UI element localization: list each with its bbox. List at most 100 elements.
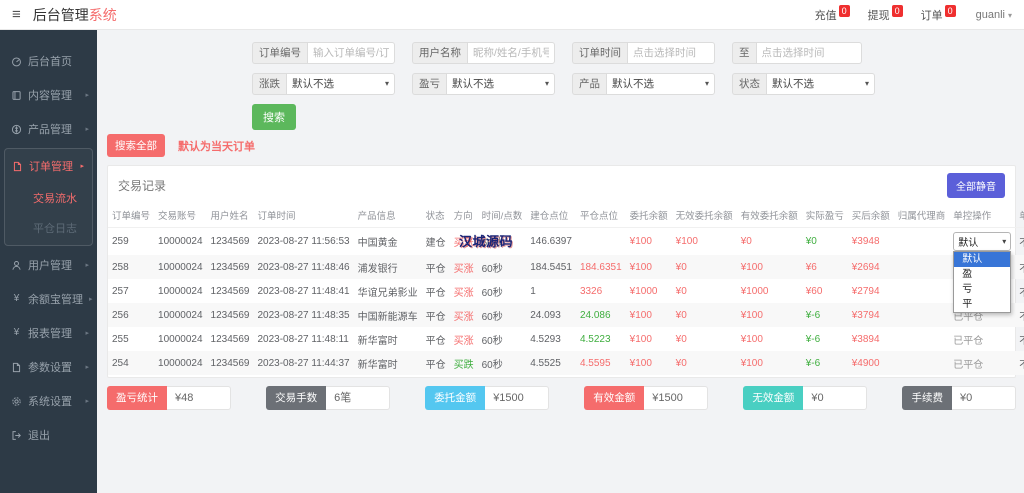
sidebar-item-content[interactable]: 内容管理 ▸ — [0, 78, 97, 112]
control-select[interactable]: 默认 ▾ — [953, 232, 1012, 251]
card-title: 交易记录 — [118, 179, 167, 193]
summary-invalid-amount: 无效金额 ¥0 — [743, 386, 868, 410]
cell-username: 1234569 — [210, 333, 250, 345]
cell-product: 新华富时 — [357, 335, 398, 347]
column-header: 买后余额 — [847, 205, 894, 228]
cell-profit: ¥-6 — [805, 333, 821, 345]
cell-order-no: 255 — [112, 333, 129, 345]
sidebar-subitem-close-log[interactable]: 平仓日志 — [5, 213, 92, 243]
cell-product: 华谊兄弟影业 — [357, 287, 418, 299]
cell-account: 10000024 — [158, 357, 203, 369]
product-select[interactable]: 默认不选 ▾ — [606, 73, 715, 95]
sidebar-item-product[interactable]: 产品管理 ▸ — [0, 112, 97, 146]
cell-agent — [894, 228, 950, 256]
status-select[interactable]: 默认不选 ▾ — [766, 73, 875, 95]
logout-icon — [11, 430, 22, 441]
control-select-value: 默认 — [958, 238, 979, 249]
summary-trade-count: 交易手数 6笔 — [266, 386, 391, 410]
header-stat-withdraw[interactable]: 提现 0 — [867, 4, 903, 23]
filter-inputs-row: 订单编号 用户名称 订单时间 至 — [252, 42, 1016, 64]
app-title-main: 后台管理 — [32, 6, 89, 23]
updown-select[interactable]: 默认不选 ▾ — [286, 73, 395, 95]
cell-username: 1234569 — [210, 309, 250, 321]
cell-username: 1234569 — [210, 357, 250, 369]
chevron-down-icon: ▾ — [704, 79, 709, 88]
stat-label: 提现 — [867, 9, 890, 22]
table-row: 258 10000024 1234569 2023-08-27 11:48:46 浦发银… — [108, 255, 1024, 279]
sidebar-item-system[interactable]: 系统设置 ▸ — [0, 384, 97, 418]
transactions-table: 订单编号 交易账号 用户姓名 订单时间 产品信息 状态 方向 时间/点数 建仓点位 平仓点位 委托余… — [108, 205, 1024, 375]
search-all-row: 搜索全部 默认为当天订单 — [107, 134, 1016, 157]
cell-control: 已平仓 — [953, 359, 984, 371]
sidebar-item-label: 报表管理 — [28, 328, 72, 340]
column-header: 交易账号 — [154, 205, 207, 228]
balance-icon: ¥ — [13, 293, 20, 304]
filter-label-profit: 盈亏 — [412, 73, 446, 95]
sidebar-item-home[interactable]: 后台首页 — [0, 44, 97, 78]
cell-control-status: 不控 — [1015, 255, 1024, 279]
sidebar-item-params[interactable]: 参数设置 ▸ — [0, 350, 97, 384]
sidebar-subitem-trade-flow[interactable]: 交易流水 — [5, 183, 92, 213]
select-value: 默认不选 — [452, 78, 494, 90]
time-end-input[interactable] — [755, 42, 862, 64]
sidebar-nav: 后台首页 内容管理 ▸ 产品管理 ▸ 订单管理 ▸ 交易流水 平仓日志 用户管理 ▸ ¥ 余额宝管理 ▸ ¥… — [0, 30, 97, 493]
cell-close-point: 184.6351 — [579, 261, 622, 273]
header-stats: 充值 0 提现 0 订单 0 — [815, 4, 956, 23]
column-header: 订单时间 — [253, 205, 354, 228]
column-header: 无效委托余额 — [671, 205, 737, 228]
header-stat-orders[interactable]: 订单 0 — [921, 4, 956, 23]
user-dropdown[interactable]: guanli ▾ — [976, 9, 1012, 21]
hamburger-menu-icon[interactable]: ≡ — [12, 7, 21, 22]
time-start-input[interactable] — [627, 42, 715, 64]
search-button[interactable]: 搜索 — [252, 104, 296, 130]
cell-account: 10000024 — [158, 285, 203, 297]
cell-invalid-entrust: ¥0 — [675, 285, 687, 297]
cell-entrust: ¥1000 — [629, 285, 658, 297]
cell-time: 2023-08-27 11:44:37 — [257, 357, 350, 369]
cell-entrust: ¥100 — [629, 236, 652, 247]
cell-balance: ¥3948 — [851, 236, 880, 247]
cell-username: 1234569 — [210, 236, 250, 247]
control-dropdown: 默认盈亏平 — [953, 251, 1012, 313]
summary-value: ¥1500 — [485, 386, 550, 410]
table-row: 255 10000024 1234569 2023-08-27 11:48:11 新华富… — [108, 327, 1024, 351]
filter-area: 订单编号用户名称订单时间至 涨跌默认不选▾盈亏默认不选▾产品默认不选▾状态默认不… — [252, 42, 1016, 130]
dropdown-option[interactable]: 亏 — [954, 282, 1010, 297]
user-icon — [11, 260, 22, 271]
sidebar-item-user[interactable]: 用户管理 ▸ — [0, 248, 97, 282]
mute-all-button[interactable]: 全部静音 — [947, 173, 1005, 198]
filter-group-product: 产品 默认不选 ▾ — [572, 73, 715, 95]
cell-direction: 买涨 — [453, 335, 474, 347]
sidebar-item-label: 系统设置 — [28, 396, 72, 408]
search-all-button[interactable]: 搜索全部 — [107, 134, 165, 157]
cell-profit: ¥0 — [805, 236, 817, 247]
column-header: 用户姓名 — [206, 205, 254, 228]
sidebar-item-logout[interactable]: 退出 — [0, 418, 97, 452]
summary-value: ¥0 — [803, 386, 868, 410]
cell-agent — [894, 279, 950, 303]
cell-product: 中国新能源车 — [357, 311, 418, 323]
sidebar-group-order: 订单管理 ▸ 交易流水 平仓日志 — [4, 148, 93, 246]
cell-username: 1234569 — [210, 285, 250, 297]
content-icon — [11, 90, 22, 101]
cell-duration: 60秒 — [481, 311, 503, 323]
cell-valid-entrust: ¥100 — [740, 333, 763, 345]
dropdown-option[interactable]: 平 — [954, 297, 1010, 312]
order-icon — [12, 161, 23, 172]
filter-group-user-name: 用户名称 — [412, 42, 555, 64]
header-stat-recharge[interactable]: 充值 0 — [815, 4, 850, 23]
sidebar-item-report[interactable]: ¥ 报表管理 ▸ — [0, 316, 97, 350]
cell-account: 10000024 — [158, 333, 203, 345]
order-no-input[interactable] — [307, 42, 395, 64]
table-row: 259 10000024 1234569 2023-08-27 11:56:53 中国黄… — [108, 228, 1024, 313]
profit-select[interactable]: 默认不选 ▾ — [446, 73, 555, 95]
user-name-input[interactable] — [467, 42, 555, 64]
dropdown-option[interactable]: 盈 — [954, 267, 1010, 282]
sidebar-item-balance[interactable]: ¥ 余额宝管理 ▸ — [0, 282, 97, 316]
cell-close-point: 24.086 — [579, 309, 611, 321]
dropdown-option[interactable]: 默认 — [954, 252, 1011, 267]
table-row: 254 10000024 1234569 2023-08-27 11:44:37 新华富… — [108, 351, 1024, 375]
cell-entrust: ¥100 — [629, 333, 652, 345]
sidebar-item-order[interactable]: 订单管理 ▸ — [5, 149, 92, 183]
cell-duration: 60秒 — [481, 359, 503, 371]
